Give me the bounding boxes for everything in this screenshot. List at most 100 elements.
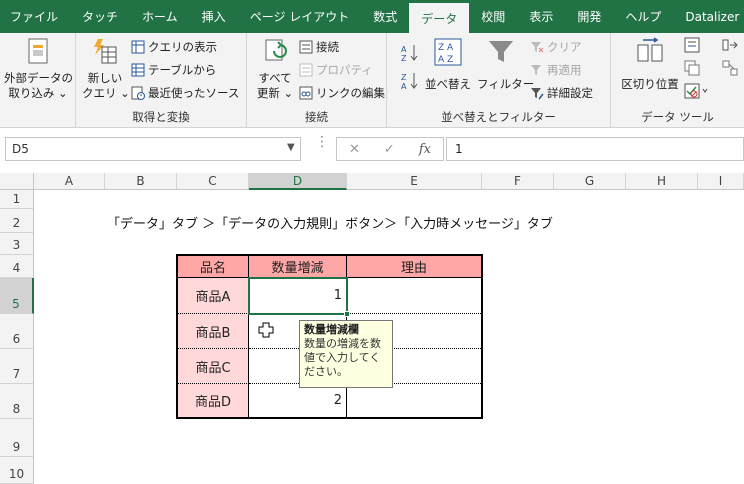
from-table-button[interactable]: テーブルから <box>131 60 216 80</box>
input-message-tooltip: 数量増減欄 数量の増減を数値で入力してください。 <box>299 320 393 388</box>
new-query-button[interactable]: 新しい クエリ ⌄ <box>82 37 130 101</box>
connections-button[interactable]: 接続 <box>299 37 339 57</box>
column-header-e[interactable]: E <box>347 173 482 190</box>
relationships-icon <box>722 60 738 76</box>
svg-text:A: A <box>401 82 407 91</box>
tab-data[interactable]: データ <box>409 3 470 33</box>
tab-insert[interactable]: 挿入 <box>190 0 238 33</box>
cancel-icon[interactable]: ✕ <box>349 142 360 157</box>
formula-bar: D5 ▼ ⋮ ✕ ✓ fx 1 <box>0 128 744 173</box>
tab-developer[interactable]: 開発 <box>565 0 613 33</box>
table-row-name[interactable]: 商品A <box>178 278 249 314</box>
insert-function-button[interactable]: fx <box>419 142 431 157</box>
sort-icon: Z A A Z <box>434 38 462 66</box>
row-header-9[interactable]: 9 <box>0 419 34 457</box>
table-row-reason[interactable] <box>347 384 481 417</box>
advanced-filter-icon <box>531 88 544 100</box>
advanced-filter-button[interactable]: 詳細設定 <box>530 83 593 103</box>
remove-duplicates-button[interactable] <box>683 60 701 80</box>
svg-text:A Z: A Z <box>438 55 453 65</box>
column-header-f[interactable]: F <box>482 173 554 190</box>
sort-button[interactable]: Z AA Z 並べ替え <box>425 37 471 92</box>
table-row-qty[interactable]: 2 <box>249 384 347 417</box>
row-header-3[interactable]: 3 <box>0 233 34 255</box>
tab-formulas[interactable]: 数式 <box>361 0 409 33</box>
table-icon <box>131 40 145 54</box>
enter-icon[interactable]: ✓ <box>384 142 395 157</box>
table-row-name[interactable]: 商品C <box>178 349 249 384</box>
clear-filter-icon <box>531 42 544 53</box>
name-box-dropdown-icon[interactable]: ▼ <box>287 142 295 153</box>
table-header-reason[interactable]: 理由 <box>347 256 481 278</box>
fill-handle[interactable] <box>344 311 350 317</box>
table-row-name[interactable]: 商品D <box>178 384 249 417</box>
tab-help[interactable]: ヘルプ <box>613 0 673 33</box>
table-icon <box>131 63 145 77</box>
data-validation-button[interactable] <box>683 83 711 103</box>
consolidate-button[interactable] <box>721 37 739 57</box>
row-header-2[interactable]: 2 <box>0 209 34 233</box>
column-header-d[interactable]: D <box>249 173 347 190</box>
reapply-button[interactable]: 再適用 <box>530 60 582 80</box>
sort-ascending-button[interactable]: AZ <box>399 43 421 67</box>
table-row-reason[interactable] <box>347 278 481 314</box>
group-sort-filter: AZ ZA Z AA Z 並べ替え フィルター クリア 再適用 詳細設定 並べ替… <box>387 33 611 128</box>
tab-view[interactable]: 表示 <box>517 0 565 33</box>
row-header-6[interactable]: 6 <box>0 314 34 349</box>
tab-datalizer[interactable]: Datalizer <box>673 0 744 33</box>
column-header-c[interactable]: C <box>177 173 249 190</box>
edit-links-button[interactable]: リンクの編集 <box>299 83 385 103</box>
tab-home[interactable]: ホーム <box>130 0 190 33</box>
row-header-7[interactable]: 7 <box>0 349 34 384</box>
flash-fill-icon <box>684 37 700 53</box>
new-query-icon <box>94 39 117 64</box>
flash-fill-button[interactable] <box>683 37 701 57</box>
formula-buttons: ✕ ✓ fx <box>336 137 444 161</box>
svg-text:Z: Z <box>401 54 407 63</box>
select-all-corner[interactable] <box>0 173 34 190</box>
table-header-name[interactable]: 品名 <box>178 256 249 278</box>
column-header-h[interactable]: H <box>626 173 698 190</box>
relationships-button[interactable] <box>721 60 739 80</box>
table-header-qty[interactable]: 数量増減 <box>249 256 347 278</box>
row-header-4[interactable]: 4 <box>0 255 34 278</box>
link-icon <box>299 86 313 100</box>
group-external-data: 外部データの 取り込み ⌄ <box>0 33 76 128</box>
column-header-a[interactable]: A <box>34 173 105 190</box>
show-queries-button[interactable]: クエリの表示 <box>131 37 217 57</box>
group-label: 接続 <box>305 110 328 124</box>
clear-filter-button[interactable]: クリア <box>530 37 582 57</box>
properties-button[interactable]: プロパティ <box>299 60 373 80</box>
row-header-1[interactable]: 1 <box>0 190 34 209</box>
table-row-name[interactable]: 商品B <box>178 314 249 349</box>
column-header-g[interactable]: G <box>554 173 626 190</box>
column-header-i[interactable]: I <box>698 173 744 190</box>
group-connections: すべて 更新 ⌄ 接続 プロパティ リンクの編集 接続 <box>247 33 387 128</box>
sort-descending-button[interactable]: ZA <box>399 71 421 95</box>
svg-text:Z: Z <box>401 73 407 82</box>
row-header-8[interactable]: 8 <box>0 384 34 419</box>
external-data-button[interactable]: 外部データの 取り込み ⌄ <box>4 37 73 101</box>
row-header-5[interactable]: 5 <box>0 278 34 314</box>
row-header-10[interactable]: 10 <box>0 457 34 484</box>
recent-sources-button[interactable]: 最近使ったソース <box>131 83 239 103</box>
tab-file[interactable]: ファイル <box>0 0 70 33</box>
sort-descending-icon: ZA <box>401 73 418 91</box>
tab-page-layout[interactable]: ページ レイアウト <box>238 0 362 33</box>
remove-duplicates-icon <box>684 60 700 76</box>
refresh-all-button[interactable]: すべて 更新 ⌄ <box>255 37 295 101</box>
tab-review[interactable]: 校閲 <box>469 0 517 33</box>
resize-handle-icon[interactable]: ⋮ <box>315 135 329 149</box>
formula-input[interactable]: 1 <box>446 137 744 161</box>
column-header-b[interactable]: B <box>105 173 177 190</box>
text-to-columns-button[interactable]: 区切り位置 <box>619 37 681 92</box>
connections-icon <box>299 40 313 54</box>
data-validation-icon <box>684 83 708 99</box>
filter-button[interactable]: フィルター <box>477 37 534 92</box>
name-box[interactable]: D5 <box>5 137 301 161</box>
tab-touch[interactable]: タッチ <box>70 0 130 33</box>
group-get-transform: 新しい クエリ ⌄ クエリの表示 テーブルから 最近使ったソース 取得と変換 <box>76 33 247 128</box>
group-label: データ ツール <box>641 110 714 124</box>
group-label: 取得と変換 <box>132 110 190 124</box>
filter-icon <box>489 41 513 62</box>
